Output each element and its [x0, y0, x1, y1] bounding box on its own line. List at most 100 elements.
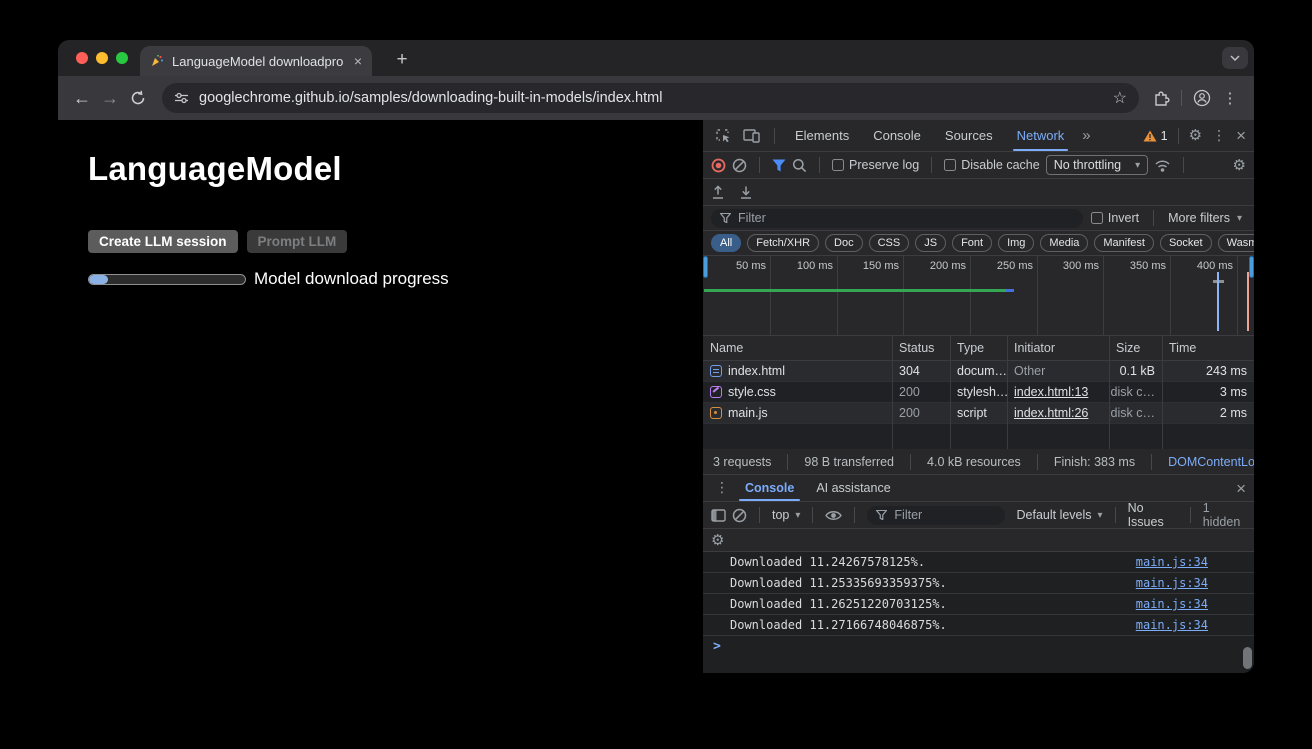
column-divider[interactable]: [1162, 336, 1163, 449]
column-divider[interactable]: [892, 336, 893, 449]
chip-css[interactable]: CSS: [869, 234, 910, 252]
chip-media[interactable]: Media: [1040, 234, 1088, 252]
column-initiator[interactable]: Initiator: [1007, 341, 1109, 355]
drawer-menu-icon[interactable]: ⋮: [711, 480, 733, 496]
hidden-messages-count[interactable]: 1 hidden: [1203, 501, 1246, 529]
chip-img[interactable]: Img: [998, 234, 1034, 252]
invert-checkbox[interactable]: Invert: [1091, 211, 1139, 225]
chip-wasm[interactable]: Wasm: [1218, 234, 1254, 252]
console-prompt[interactable]: >: [703, 636, 1254, 657]
console-message[interactable]: Downloaded 11.26251220703125%. main.js:3…: [703, 594, 1254, 615]
chip-font[interactable]: Font: [952, 234, 992, 252]
column-size[interactable]: Size: [1109, 341, 1162, 355]
no-issues-label[interactable]: No Issues: [1128, 501, 1178, 529]
window-minimize-button[interactable]: [96, 52, 108, 64]
chip-fetch-xhr[interactable]: Fetch/XHR: [747, 234, 819, 252]
column-name[interactable]: Name: [703, 341, 892, 355]
console-filter-input[interactable]: Filter: [867, 506, 1004, 525]
chip-js[interactable]: JS: [915, 234, 946, 252]
record-network-log-icon[interactable]: [711, 158, 726, 173]
chip-doc[interactable]: Doc: [825, 234, 863, 252]
network-conditions-icon[interactable]: [1154, 158, 1171, 172]
console-message[interactable]: Downloaded 11.25335693359375%. main.js:3…: [703, 573, 1254, 594]
window-close-button[interactable]: [76, 52, 88, 64]
clear-console-icon[interactable]: [732, 508, 747, 523]
devtools-menu-icon[interactable]: ⋮: [1206, 128, 1232, 144]
inspect-element-icon[interactable]: [711, 128, 735, 144]
forward-button[interactable]: →: [96, 84, 124, 112]
more-tabs-icon[interactable]: »: [1078, 127, 1094, 144]
default-levels-dropdown[interactable]: Default levels ▾: [1017, 508, 1103, 522]
console-message[interactable]: Downloaded 11.24267578125%. main.js:34: [703, 552, 1254, 573]
checkbox[interactable]: [832, 159, 844, 171]
column-time[interactable]: Time: [1162, 341, 1254, 355]
search-icon[interactable]: [792, 158, 807, 173]
device-toolbar-icon[interactable]: [739, 128, 764, 143]
preserve-log-checkbox[interactable]: Preserve log: [832, 158, 919, 172]
drawer-close-icon[interactable]: ×: [1236, 480, 1246, 497]
source-link[interactable]: main.js:34: [1136, 618, 1208, 632]
live-expression-eye-icon[interactable]: [825, 509, 842, 522]
table-row[interactable]: index.html 304 docum… Other 0.1 kB 243 m…: [703, 361, 1254, 382]
bookmark-star-icon[interactable]: ☆: [1113, 88, 1127, 108]
back-button[interactable]: ←: [68, 84, 96, 112]
tab-elements[interactable]: Elements: [785, 120, 859, 151]
import-har-icon[interactable]: [711, 185, 725, 200]
tab-sources[interactable]: Sources: [935, 120, 1003, 151]
initiator-link[interactable]: index.html:26: [1014, 406, 1088, 420]
table-row[interactable]: main.js 200 script index.html:26 (disk c…: [703, 403, 1254, 424]
create-llm-session-button[interactable]: Create LLM session: [88, 230, 238, 253]
network-overview-timeline[interactable]: 50 ms 100 ms 150 ms 200 ms 250 ms 300 ms…: [703, 256, 1254, 336]
browser-tab[interactable]: LanguageModel downloadpro ×: [140, 46, 372, 76]
throttling-dropdown[interactable]: No throttling ▾: [1046, 155, 1148, 175]
column-divider[interactable]: [950, 336, 951, 449]
console-settings-icon[interactable]: ⚙: [711, 533, 724, 548]
timeline-right-handle[interactable]: [1249, 256, 1254, 278]
devtools-settings-icon[interactable]: ⚙: [1189, 128, 1202, 143]
source-link[interactable]: main.js:34: [1136, 576, 1208, 590]
column-divider[interactable]: [1109, 336, 1110, 449]
column-status[interactable]: Status: [892, 341, 950, 355]
timeline-left-handle[interactable]: [703, 256, 708, 278]
window-zoom-button[interactable]: [116, 52, 128, 64]
network-filter-input[interactable]: Filter: [711, 209, 1083, 228]
initiator-link[interactable]: index.html:13: [1014, 385, 1088, 399]
prompt-llm-button[interactable]: Prompt LLM: [247, 230, 348, 253]
tab-console[interactable]: Console: [863, 120, 931, 151]
devtools-close-icon[interactable]: ×: [1236, 127, 1246, 144]
execution-context-dropdown[interactable]: top ▾: [772, 508, 800, 522]
checkbox[interactable]: [944, 159, 956, 171]
issues-warning-badge[interactable]: 1: [1143, 129, 1168, 143]
url-text[interactable]: googlechrome.github.io/samples/downloadi…: [199, 90, 1103, 106]
drawer-tab-console[interactable]: Console: [735, 475, 804, 501]
network-settings-icon[interactable]: ⚙: [1233, 158, 1246, 173]
chip-socket[interactable]: Socket: [1160, 234, 1212, 252]
filter-toggle-icon[interactable]: [772, 159, 786, 172]
source-link[interactable]: main.js:34: [1136, 597, 1208, 611]
console-sidebar-icon[interactable]: [711, 509, 726, 522]
console-message[interactable]: Downloaded 11.27166748046875%. main.js:3…: [703, 615, 1254, 636]
site-settings-icon[interactable]: [174, 92, 189, 104]
extensions-icon[interactable]: [1147, 84, 1175, 112]
reload-button[interactable]: [124, 84, 152, 112]
browser-menu-icon[interactable]: ⋮: [1216, 84, 1244, 112]
tab-overview-button[interactable]: [1222, 47, 1248, 69]
more-filters-dropdown[interactable]: More filters ▾: [1168, 211, 1246, 225]
chip-manifest[interactable]: Manifest: [1094, 234, 1154, 252]
chip-all[interactable]: All: [711, 234, 741, 252]
new-tab-button[interactable]: +: [388, 46, 416, 74]
column-divider[interactable]: [1007, 336, 1008, 449]
source-link[interactable]: main.js:34: [1136, 555, 1208, 569]
scrollbar-thumb[interactable]: [1243, 647, 1252, 669]
clear-network-log-icon[interactable]: [732, 158, 747, 173]
checkbox[interactable]: [1091, 212, 1103, 224]
export-har-icon[interactable]: [739, 185, 753, 200]
tab-network[interactable]: Network: [1007, 120, 1075, 151]
drawer-tab-ai-assistance[interactable]: AI assistance: [806, 475, 900, 501]
profile-icon[interactable]: [1188, 84, 1216, 112]
column-type[interactable]: Type: [950, 341, 1007, 355]
table-row[interactable]: style.css 200 stylesh… index.html:13 (di…: [703, 382, 1254, 403]
tab-close-icon[interactable]: ×: [354, 54, 362, 68]
address-bar[interactable]: googlechrome.github.io/samples/downloadi…: [162, 83, 1139, 113]
disable-cache-checkbox[interactable]: Disable cache: [944, 158, 1040, 172]
